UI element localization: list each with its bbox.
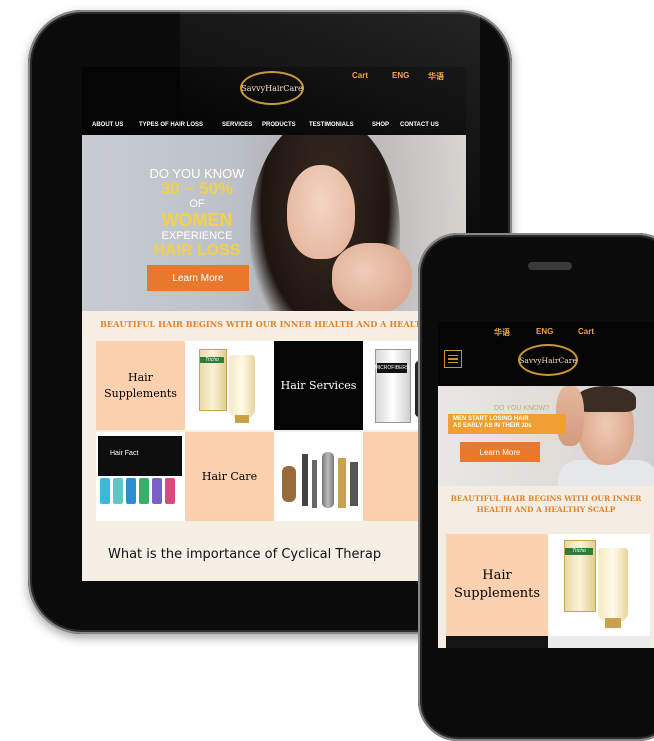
tool-handle (350, 462, 358, 506)
hair-fact-bottle (139, 478, 149, 504)
hero-percentage: 30 ~ 50% (160, 179, 234, 198)
tool-handle (338, 458, 346, 508)
cyclical-therapy-heading: What is the importance of Cyclical Thera… (108, 547, 382, 562)
tablet-hero-banner: DO YOU KNOW 30 ~ 50% OF WOMEN EXPERIENCE… (82, 135, 466, 311)
nav-types-of-hair-loss[interactable]: TYPES OF HAIR LOSS (139, 122, 203, 128)
tablet-category-grid: Hair Supplements Tricho Hair Services MI… (96, 341, 466, 521)
phone-hero-message: MEN START LOSING HAIR AS EARLY AS IN THE… (448, 414, 566, 434)
nav-shop[interactable]: SHOP (372, 122, 389, 128)
tablet-screen: SavvyHairCare Cart ENG 华语 ABOUT US TYPES… (82, 67, 466, 581)
phone-logo[interactable]: SavvyHairCare (518, 344, 578, 376)
tablet-learn-more-button[interactable]: Learn More (147, 265, 249, 291)
tablet-tagline-text: BEAUTIFUL HAIR BEGINS WITH OUR INNER HEA… (100, 319, 444, 329)
nav-testimonials[interactable]: TESTIMONIALS (309, 122, 354, 128)
product-brand-label: Tricho (200, 357, 224, 363)
tablet-lang-chinese[interactable]: 华语 (428, 71, 444, 82)
woman-hand-image (332, 243, 412, 311)
hero-experience: EXPERIENCE (161, 230, 233, 242)
hair-fact-bottle (100, 478, 110, 504)
phone-screen: 华语 ENG Cart SavvyHairCare DO YOU KNOW? M… (438, 322, 654, 648)
tool-handle (302, 454, 308, 506)
tube-cap (605, 618, 621, 628)
round-brush (282, 466, 296, 502)
phone-tile-supplement-products-image[interactable]: Tricho (548, 534, 650, 636)
hero-hair-loss: HAIR LOSS (153, 242, 241, 259)
phone-hero-do-you-know: DO YOU KNOW? (494, 405, 550, 412)
hair-fact-bottle (165, 478, 175, 504)
nav-services[interactable]: SERVICES (222, 122, 252, 128)
product-brand-label: Tricho (565, 548, 593, 555)
tile-hair-tools-image[interactable] (274, 432, 363, 521)
curling-iron (322, 452, 334, 508)
phone-tile-hair-supplements[interactable]: Hair Supplements (446, 534, 548, 636)
tile-hair-supplements-label: Hair Supplements (104, 371, 177, 400)
man-hair-image (576, 386, 636, 412)
microfibre-box-label: MICROFIBERS (374, 363, 410, 373)
woman-face-image (287, 165, 355, 259)
microfibre-box (375, 349, 411, 423)
tile-hair-supplements[interactable]: Hair Supplements (96, 341, 185, 430)
nav-about-us[interactable]: ABOUT US (92, 122, 123, 128)
hamburger-menu-icon[interactable] (444, 350, 462, 368)
tool-handle (312, 460, 317, 508)
hair-fact-label: Hair Fact (110, 450, 139, 457)
nav-products[interactable]: PRODUCTS (262, 122, 296, 128)
tablet-logo[interactable]: SavvyHairCare (240, 71, 304, 105)
tablet-lang-eng[interactable]: ENG (392, 71, 409, 80)
phone-hero-banner: DO YOU KNOW? MEN START LOSING HAIR AS EA… (438, 386, 654, 486)
hair-fact-bottle (126, 478, 136, 504)
product-tube (229, 355, 255, 419)
hair-fact-bottle (152, 478, 162, 504)
tablet-cart-link[interactable]: Cart (352, 71, 368, 80)
tile-hair-services-label: Hair Services (280, 378, 357, 392)
tile-hair-services[interactable]: Hair Services (274, 341, 363, 430)
phone-lang-eng[interactable]: ENG (536, 327, 553, 336)
product-tube (598, 548, 628, 622)
tile-hair-care-label: Hair Care (201, 469, 258, 483)
tile-supplement-products-image[interactable]: Tricho (185, 341, 274, 430)
hero-of: OF (189, 198, 205, 210)
phone-tile-next-image[interactable] (548, 636, 650, 648)
tile-hair-fact-image[interactable]: Hair Fact (96, 432, 185, 521)
phone-learn-more-button[interactable]: Learn More (460, 442, 540, 462)
phone-tile-next[interactable] (446, 636, 548, 648)
phone-cart-link[interactable]: Cart (578, 327, 594, 336)
nav-contact-us[interactable]: CONTACT US (400, 122, 439, 128)
phone-tagline: BEAUTIFUL HAIR BEGINS WITH OUR INNER HEA… (450, 494, 642, 514)
tube-cap (235, 415, 249, 423)
phone-speaker (528, 262, 572, 270)
hero-women: WOMEN (161, 210, 233, 230)
tile-hair-care[interactable]: Hair Care (185, 432, 274, 521)
hair-fact-bottle (113, 478, 123, 504)
phone-lang-chinese[interactable]: 华语 (494, 327, 510, 338)
tablet-tagline-bar: BEAUTIFUL HAIR BEGINS WITH OUR INNER HEA… (82, 311, 466, 339)
